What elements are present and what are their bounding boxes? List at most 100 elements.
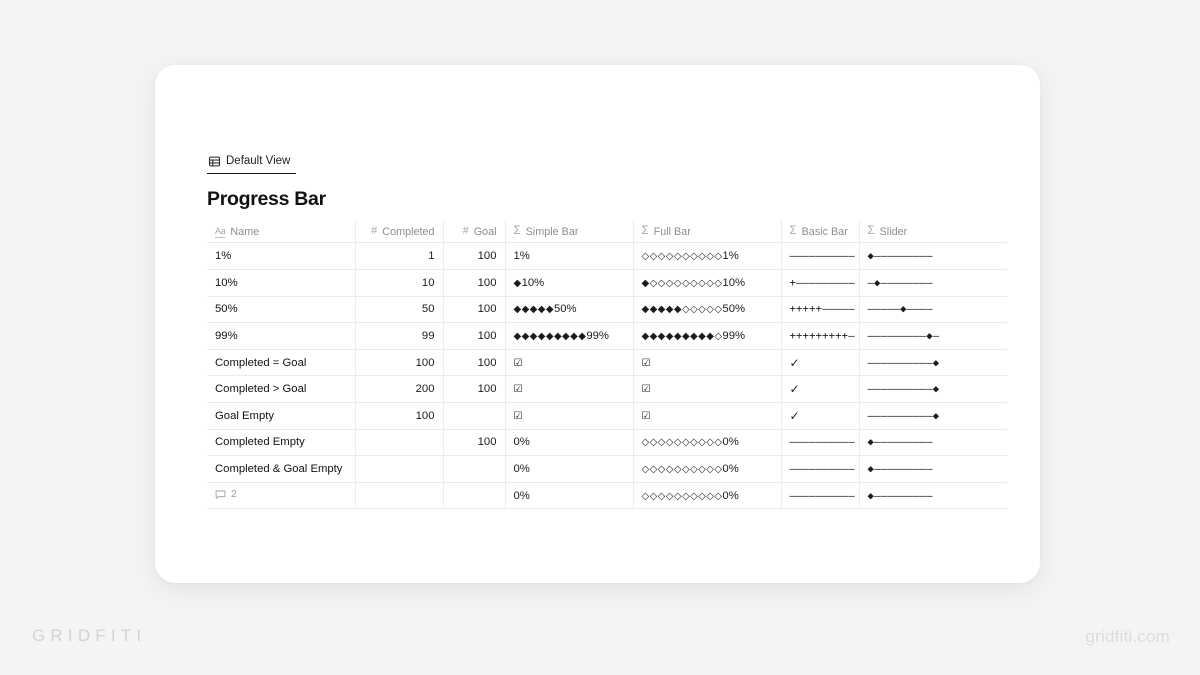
full-bar-glyphs: ◇◇◇◇◇◇◇◇◇◇: [641, 490, 723, 502]
cell-slider: ––––––––––◆: [859, 349, 1007, 377]
cell-name[interactable]: Completed & Goal Empty: [207, 455, 356, 483]
cell-completed[interactable]: 99: [355, 322, 444, 350]
brand-wordmark-left: GRIDFITI: [32, 626, 147, 645]
cell-slider: ––––––––––◆: [859, 402, 1007, 430]
cell-name[interactable]: Goal Empty: [207, 402, 356, 430]
cell-name[interactable]: 50%: [207, 296, 356, 324]
table-row[interactable]: Goal Empty 100 ☑ ☑ ✓ ––––––––––◆: [207, 402, 1007, 430]
cell-name[interactable]: Completed Empty: [207, 429, 356, 457]
comment-bubble-icon: [215, 490, 226, 499]
basic-bar-glyphs: ––––––––––: [789, 489, 855, 502]
cell-name[interactable]: 1%: [207, 242, 356, 270]
database-table: Aa Name # Completed # Goal Σ Simple Bar Σ Ful…: [207, 220, 1007, 510]
cell-simple-bar: ◆◆◆◆◆50%: [505, 296, 634, 324]
cell-full-bar: ☑: [633, 375, 782, 403]
table-row[interactable]: 50% 50 100 ◆◆◆◆◆50% ◆◆◆◆◆◇◇◇◇◇50% +++++––––– –…: [207, 296, 1007, 324]
cell-full-bar: ◇◇◇◇◇◇◇◇◇◇0%: [633, 429, 782, 457]
full-bar-percent: 10%: [722, 276, 746, 289]
cell-simple-bar: ◆10%: [505, 269, 634, 297]
cell-simple-bar: ☑: [505, 402, 634, 430]
basic-bar-glyphs: ––––––––––: [789, 436, 855, 449]
cell-completed[interactable]: 1: [355, 242, 444, 270]
cell-full-bar: ◇◇◇◇◇◇◇◇◇◇1%: [633, 242, 782, 270]
cell-name[interactable]: 99%: [207, 322, 356, 350]
cell-goal[interactable]: [443, 455, 506, 483]
simple-bar-glyphs: ◆◆◆◆◆◆◆◆◆: [513, 330, 587, 342]
cell-completed[interactable]: 50: [355, 296, 444, 324]
cell-completed[interactable]: 100: [355, 349, 444, 377]
full-bar-glyphs: ◇◇◇◇◇◇◇◇◇◇: [641, 437, 723, 449]
cell-goal[interactable]: 100: [443, 242, 506, 270]
slider-glyphs: ◆–––––––––: [867, 489, 933, 502]
cell-goal[interactable]: 100: [443, 375, 506, 403]
formula-sigma-icon: Σ: [867, 225, 875, 238]
cell-basic-bar: ✓: [781, 375, 860, 403]
column-header-name[interactable]: Aa Name: [207, 220, 356, 244]
cell-slider: ◆–––––––––: [859, 242, 1007, 270]
simple-bar-percent: 0%: [513, 436, 530, 449]
cell-goal[interactable]: [443, 482, 506, 510]
full-bar-glyphs: ◆◆◆◆◆◆◆◆◆◇: [641, 330, 723, 342]
comment-indicator-cell[interactable]: 2: [207, 482, 356, 510]
cell-completed[interactable]: 200: [355, 375, 444, 403]
column-header-simple-bar[interactable]: Σ Simple Bar: [505, 220, 634, 244]
cell-full-bar: ◆◆◆◆◆◆◆◆◆◇99%: [633, 322, 782, 350]
table-row[interactable]: 99% 99 100 ◆◆◆◆◆◆◆◆◆99% ◆◆◆◆◆◆◆◆◆◇99% +++++++…: [207, 322, 1007, 350]
cell-simple-bar: 0%: [505, 482, 634, 510]
table-row[interactable]: 10% 10 100 ◆10% ◆◇◇◇◇◇◇◇◇◇10% +––––––––– –◆–––…: [207, 269, 1007, 297]
full-bar-percent: 1%: [722, 250, 739, 263]
basic-bar-glyphs: ––––––––––: [789, 462, 855, 475]
cell-goal[interactable]: 100: [443, 349, 506, 377]
number-hash-icon: #: [371, 225, 378, 238]
cell-name[interactable]: Completed > Goal: [207, 375, 356, 403]
cell-name[interactable]: 10%: [207, 269, 356, 297]
content-card: Default View Progress Bar Aa Name # Comple…: [155, 65, 1040, 583]
cell-basic-bar: ––––––––––: [781, 242, 860, 270]
simple-bar-percent: 10%: [521, 276, 545, 289]
table-row[interactable]: Completed Empty 100 0% ◇◇◇◇◇◇◇◇◇◇0% ––––––––…: [207, 429, 1007, 457]
cell-goal[interactable]: 100: [443, 429, 506, 457]
slider-glyphs: ◆–––––––––: [867, 462, 933, 475]
cell-completed[interactable]: 100: [355, 402, 444, 430]
cell-completed[interactable]: [355, 455, 444, 483]
basic-bar-glyphs: +++++++++–: [789, 329, 855, 342]
simple-bar-percent: 50%: [553, 303, 577, 316]
table-row[interactable]: Completed & Goal Empty 0% ◇◇◇◇◇◇◇◇◇◇0% ––––…: [207, 455, 1007, 483]
column-header-full-bar[interactable]: Σ Full Bar: [633, 220, 782, 244]
cell-goal[interactable]: [443, 402, 506, 430]
column-header-slider[interactable]: Σ Slider: [859, 220, 1007, 244]
cell-simple-bar: 0%: [505, 429, 634, 457]
cell-basic-bar: ✓: [781, 402, 860, 430]
checked-box-icon: ☑: [641, 357, 651, 369]
table-row[interactable]: Completed = Goal 100 100 ☑ ☑ ✓ ––––––––––◆: [207, 349, 1007, 377]
table-row[interactable]: 1% 1 100 1% ◇◇◇◇◇◇◇◇◇◇1% –––––––––– ◆–––––––––: [207, 242, 1007, 270]
checkmark-icon: ✓: [789, 355, 800, 370]
column-header-basic-bar[interactable]: Σ Basic Bar: [781, 220, 860, 244]
column-header-completed[interactable]: # Completed: [355, 220, 444, 244]
checked-box-icon: ☑: [513, 410, 523, 422]
table-body: 1% 1 100 1% ◇◇◇◇◇◇◇◇◇◇1% –––––––––– ◆–––––––––…: [207, 242, 1007, 510]
cell-slider: ◆–––––––––: [859, 455, 1007, 483]
cell-completed[interactable]: [355, 429, 444, 457]
page-title: Progress Bar: [207, 188, 326, 210]
column-header-goal[interactable]: # Goal: [443, 220, 506, 244]
table-row[interactable]: 2 0% ◇◇◇◇◇◇◇◇◇◇0% –––––––––– ◆–––––––––: [207, 482, 1007, 510]
cell-goal[interactable]: 100: [443, 322, 506, 350]
cell-completed[interactable]: 10: [355, 269, 444, 297]
checkmark-icon: ✓: [789, 382, 800, 397]
simple-bar-glyphs: ◆: [513, 277, 522, 289]
table-row[interactable]: Completed > Goal 200 100 ☑ ☑ ✓ ––––––––––◆: [207, 375, 1007, 403]
comment-badge[interactable]: 2: [215, 488, 237, 500]
cell-completed[interactable]: [355, 482, 444, 510]
cell-slider: –◆––––––––: [859, 269, 1007, 297]
cell-goal[interactable]: 100: [443, 296, 506, 324]
comment-count: 2: [231, 488, 237, 501]
cell-basic-bar: ––––––––––: [781, 455, 860, 483]
basic-bar-glyphs: +++++–––––: [789, 303, 855, 316]
cell-goal[interactable]: 100: [443, 269, 506, 297]
number-hash-icon: #: [462, 225, 469, 238]
cell-slider: ◆–––––––––: [859, 429, 1007, 457]
table-grid-icon: [209, 156, 220, 167]
tab-default-view[interactable]: Default View: [207, 155, 297, 174]
cell-name[interactable]: Completed = Goal: [207, 349, 356, 377]
